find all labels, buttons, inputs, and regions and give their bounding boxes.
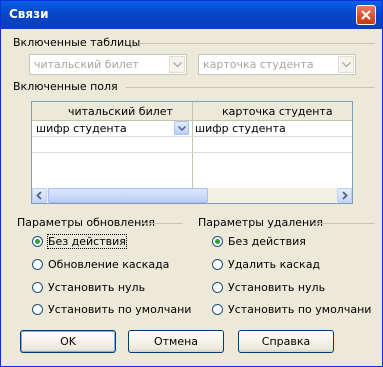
chevron-down-icon xyxy=(178,126,186,131)
table-row: шифр студента шифр студента xyxy=(32,121,352,137)
delete-option-cascade[interactable]: Удалить каскад xyxy=(212,258,320,271)
chevron-down-icon xyxy=(342,62,351,68)
delete-option-set-default[interactable]: Установить по умолчани xyxy=(212,303,371,316)
left-table-select[interactable]: читальский билет xyxy=(29,54,187,75)
chevron-left-icon xyxy=(36,191,42,200)
radio-unselected[interactable] xyxy=(212,304,223,315)
grid-header-left: читальский билет xyxy=(68,105,173,118)
update-option-set-default[interactable]: Установить по умолчани xyxy=(32,303,191,316)
left-field-cell[interactable]: шифр студента xyxy=(36,122,127,135)
right-table-dropdown[interactable] xyxy=(338,56,354,73)
close-button[interactable] xyxy=(356,5,376,25)
update-option-label: Обновление каскада xyxy=(48,258,170,271)
tables-group-label: Включенные таблицы xyxy=(13,36,141,49)
delete-option-label: Удалить каскад xyxy=(228,258,321,271)
chevron-right-icon xyxy=(342,191,348,200)
delete-option-label: Без действия xyxy=(228,235,306,248)
right-field-cell[interactable]: шифр студента xyxy=(195,122,286,135)
scroll-left-button[interactable] xyxy=(32,188,47,203)
tables-group-divider xyxy=(139,43,375,44)
cancel-button[interactable]: Отмена xyxy=(128,330,224,353)
fields-group-label: Включенные поля xyxy=(13,80,118,93)
left-table-dropdown[interactable] xyxy=(169,56,185,73)
update-option-cascade[interactable]: Обновление каскада xyxy=(32,258,169,271)
close-icon xyxy=(361,10,371,20)
delete-group-label: Параметры удаления xyxy=(198,216,323,229)
radio-unselected[interactable] xyxy=(32,282,43,293)
chevron-down-icon xyxy=(173,62,182,68)
delete-group-divider xyxy=(313,223,375,224)
update-option-label: Без действия xyxy=(47,234,127,249)
right-table-select[interactable]: карточка студента xyxy=(198,54,356,75)
grid-header-right: карточка студента xyxy=(222,105,333,118)
scroll-right-button[interactable] xyxy=(337,188,352,203)
radio-selected[interactable] xyxy=(212,236,223,247)
delete-option-label: Установить нуль xyxy=(228,281,326,294)
delete-option-no-action[interactable]: Без действия xyxy=(212,235,306,248)
delete-option-label: Установить по умолчани xyxy=(228,303,372,316)
table-row[interactable] xyxy=(32,137,352,153)
window-title: Связи xyxy=(9,7,49,21)
relations-dialog: Связи Включенные таблицы читальский биле… xyxy=(0,0,383,367)
fields-group-divider xyxy=(126,87,375,88)
update-option-label: Установить нуль xyxy=(48,281,146,294)
scroll-thumb[interactable] xyxy=(48,188,208,203)
update-group-label: Параметры обновления xyxy=(17,216,156,229)
radio-unselected[interactable] xyxy=(32,259,43,270)
help-button[interactable]: Справка xyxy=(238,330,334,353)
radio-unselected[interactable] xyxy=(212,282,223,293)
fields-grid: читальский билет карточка студента шифр … xyxy=(31,101,353,204)
ok-button[interactable]: OK xyxy=(20,330,116,353)
right-table-value: карточка студента xyxy=(203,58,314,71)
left-table-value: читальский билет xyxy=(34,58,139,71)
radio-unselected[interactable] xyxy=(212,259,223,270)
update-option-label: Установить по умолчани xyxy=(48,303,192,316)
title-bar[interactable]: Связи xyxy=(1,1,382,29)
update-option-no-action[interactable]: Без действия xyxy=(32,234,127,249)
update-option-set-null[interactable]: Установить нуль xyxy=(32,281,145,294)
horizontal-scrollbar[interactable] xyxy=(32,188,352,203)
radio-selected[interactable] xyxy=(32,236,43,247)
radio-unselected[interactable] xyxy=(32,304,43,315)
delete-option-set-null[interactable]: Установить нуль xyxy=(212,281,325,294)
update-group-divider xyxy=(141,223,183,224)
left-field-dropdown[interactable] xyxy=(174,121,189,135)
